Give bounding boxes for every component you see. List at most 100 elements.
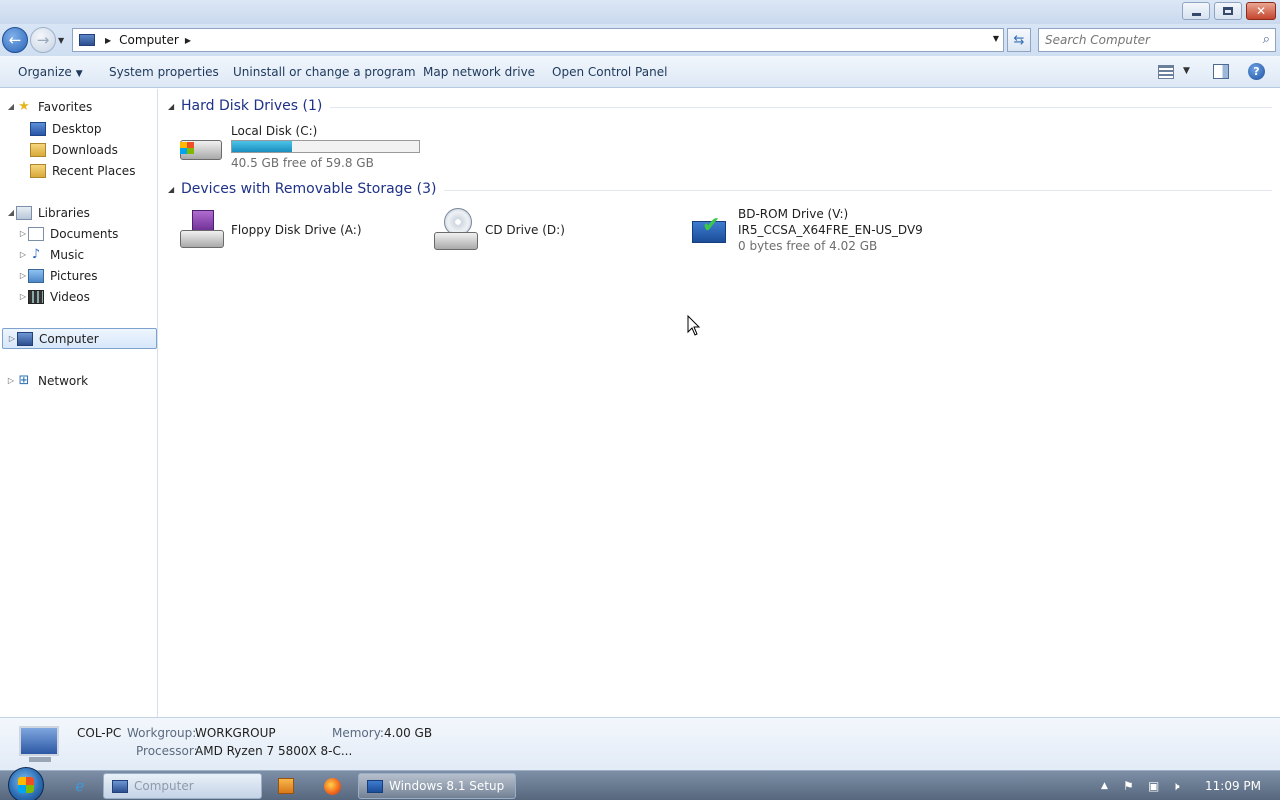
group-title: Devices with Removable Storage (3) (181, 181, 437, 197)
back-button[interactable]: ← (2, 27, 28, 53)
computer-icon (79, 34, 95, 46)
drive-volume-label: IR5_CCSA_X64FRE_EN-US_DV9 (738, 223, 923, 237)
group-hard-disk-drives[interactable]: ◢ Hard Disk Drives (1) (168, 98, 1272, 114)
nav-label: Favorites (38, 99, 93, 114)
nav-favorites[interactable]: ◢ ★ Favorites (6, 96, 92, 117)
restore-button[interactable] (1214, 2, 1242, 20)
uninstall-program-button[interactable]: Uninstall or change a program (233, 65, 416, 79)
nav-label: Computer (39, 331, 99, 346)
memory-value: 4.00 GB (384, 726, 433, 740)
desktop-icon (30, 121, 46, 136)
processor-label: Processor: (136, 744, 198, 758)
nav-label: Pictures (50, 268, 98, 283)
nav-libraries[interactable]: ◢ Libraries (6, 202, 90, 223)
search-input[interactable] (1039, 29, 1239, 51)
clock[interactable]: 11:09 PM (1205, 779, 1261, 793)
hard-drive-icon (178, 132, 224, 162)
refresh-icon: ⇆ (1013, 32, 1025, 48)
drive-local-disk-c[interactable]: Local Disk (C:) 40.5 GB free of 59.8 GB (176, 124, 426, 174)
help-icon[interactable]: ? (1248, 63, 1265, 80)
back-arrow-icon: ← (8, 31, 22, 49)
search-box[interactable]: ⌕ (1038, 28, 1276, 52)
documents-icon (28, 226, 44, 241)
collapsed-triangle-icon[interactable]: ▷ (18, 229, 28, 238)
bd-rom-drive-icon: ✔ (692, 213, 728, 245)
command-bar: Organize ▼ System properties Uninstall or… (0, 56, 1280, 88)
cd-drive-icon (432, 208, 478, 252)
nav-label: Desktop (52, 121, 102, 136)
group-collapse-triangle-icon[interactable]: ◢ (168, 102, 181, 111)
network-icon: ⊞ (18, 373, 30, 388)
monitor-stand (29, 757, 51, 762)
recent-pages-dropdown[interactable]: ▼ (58, 36, 64, 45)
drive-free-space: 0 bytes free of 4.02 GB (738, 239, 878, 253)
restore-icon (1223, 7, 1233, 15)
nav-documents[interactable]: ▷ Documents (18, 223, 118, 244)
collapsed-triangle-icon[interactable]: ▷ (6, 376, 16, 385)
drive-free-space: 40.5 GB free of 59.8 GB (231, 156, 374, 170)
show-hidden-icons-button[interactable]: ▲ (1101, 781, 1108, 791)
drive-floppy-a[interactable]: Floppy Disk Drive (A:) (176, 208, 416, 254)
volume-muted-icon[interactable]: 🕨 (1172, 779, 1180, 794)
nav-network[interactable]: ▷ ⊞ Network (6, 370, 88, 391)
map-network-drive-button[interactable]: Map network drive (423, 65, 535, 79)
videos-icon (28, 289, 44, 304)
start-button[interactable] (8, 767, 44, 800)
address-dropdown-icon[interactable]: ▼ (993, 34, 999, 43)
forward-arrow-icon: → (36, 31, 50, 49)
expanded-triangle-icon[interactable]: ◢ (6, 102, 16, 111)
nav-videos[interactable]: ▷ Videos (18, 286, 90, 307)
system-properties-button[interactable]: System properties (109, 65, 219, 79)
address-row: ← → ▼ ▶ Computer ▶ ▼ ⇆ ⌕ (0, 24, 1280, 56)
expanded-triangle-icon[interactable]: ◢ (6, 208, 16, 217)
network-tray-icon[interactable]: ▣ (1148, 779, 1159, 793)
music-icon: ♪ (31, 247, 41, 262)
open-control-panel-button[interactable]: Open Control Panel (552, 65, 667, 79)
drive-bd-rom-v[interactable]: ✔ BD-ROM Drive (V:) IR5_CCSA_X64FRE_EN-U… (692, 207, 952, 255)
nav-desktop[interactable]: Desktop (30, 118, 102, 139)
computer-monitor-icon (19, 726, 59, 756)
organize-button[interactable]: Organize ▼ (18, 65, 83, 79)
drive-name: Local Disk (C:) (231, 124, 318, 138)
drive-name: BD-ROM Drive (V:) (738, 207, 849, 221)
action-center-flag-icon[interactable]: ⚑ (1123, 779, 1134, 793)
breadcrumb-computer[interactable]: Computer (119, 33, 179, 47)
group-removable-storage[interactable]: ◢ Devices with Removable Storage (3) (168, 181, 1272, 197)
taskbar-explorer-computer[interactable]: Computer (103, 773, 262, 799)
taskbar-windows-setup[interactable]: Windows 8.1 Setup (358, 773, 516, 799)
nav-label: Network (38, 373, 89, 388)
group-collapse-triangle-icon[interactable]: ◢ (168, 185, 181, 194)
drive-name: CD Drive (D:) (485, 223, 565, 237)
nav-downloads[interactable]: Downloads (30, 139, 118, 160)
drive-name: Floppy Disk Drive (A:) (231, 223, 362, 237)
view-options-dropdown-icon[interactable]: ▼ (1183, 66, 1190, 76)
nav-recent-places[interactable]: Recent Places (30, 160, 135, 181)
collapsed-triangle-icon[interactable]: ▷ (18, 271, 28, 280)
nav-computer[interactable]: ▷ Computer (2, 328, 157, 349)
organize-label: Organize (18, 65, 72, 79)
breadcrumb-chevron-icon[interactable]: ▶ (185, 36, 191, 45)
internet-explorer-icon[interactable]: ℯ (61, 774, 99, 798)
collapsed-triangle-icon[interactable]: ▷ (7, 334, 17, 343)
windows-logo-icon (18, 777, 34, 793)
breadcrumb-chevron-icon[interactable]: ▶ (105, 36, 111, 45)
collapsed-triangle-icon[interactable]: ▷ (18, 292, 28, 301)
search-icon[interactable]: ⌕ (1263, 32, 1270, 47)
nav-pictures[interactable]: ▷ Pictures (18, 265, 98, 286)
change-view-icon[interactable] (1158, 65, 1174, 79)
minimize-button[interactable] (1182, 2, 1210, 20)
nav-music[interactable]: ▷ ♪ Music (18, 244, 84, 265)
close-button[interactable]: ✕ (1246, 2, 1276, 20)
libraries-icon (16, 205, 32, 220)
address-bar[interactable]: ▶ Computer ▶ ▼ (72, 28, 1004, 52)
forward-button[interactable]: → (30, 27, 56, 53)
collapsed-triangle-icon[interactable]: ▷ (18, 250, 28, 259)
floppy-drive-icon (178, 210, 224, 250)
drive-cd-d[interactable]: CD Drive (D:) (430, 206, 670, 256)
nav-label: Libraries (38, 205, 90, 220)
firefox-icon[interactable] (313, 774, 351, 798)
group-title: Hard Disk Drives (1) (181, 98, 323, 114)
media-player-icon[interactable] (267, 774, 305, 798)
refresh-button[interactable]: ⇆ (1007, 28, 1031, 52)
preview-pane-icon[interactable] (1213, 64, 1229, 79)
